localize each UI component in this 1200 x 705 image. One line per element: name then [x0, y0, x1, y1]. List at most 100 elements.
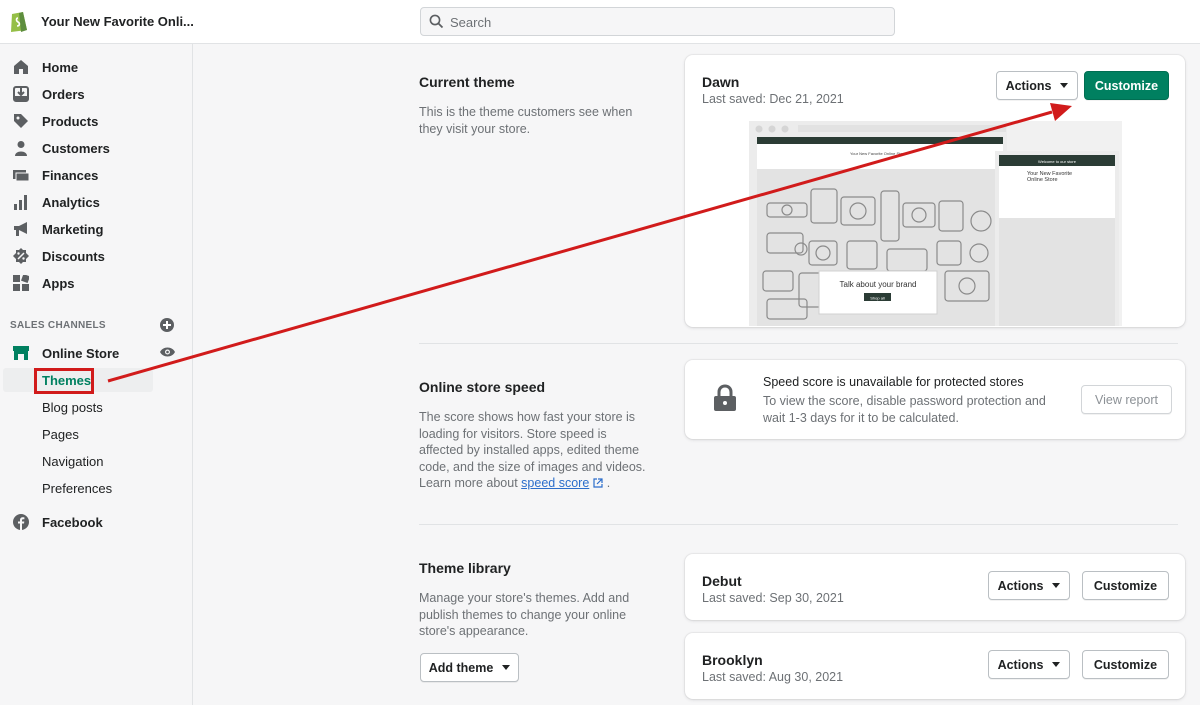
nav-item-analytics[interactable]: Analytics: [0, 189, 193, 215]
actions-button[interactable]: Actions: [988, 571, 1070, 600]
preview-banner-text: Talk about your brand: [840, 280, 917, 289]
theme-name: Debut: [702, 573, 742, 589]
speed-card-title: Speed score is unavailable for protected…: [763, 375, 1024, 389]
preview-banner-button: Shop all: [870, 296, 885, 301]
sub-item-label: Navigation: [42, 454, 103, 469]
divider: [419, 524, 1178, 525]
sidebar: Home Orders Products Customers Finances …: [0, 44, 193, 705]
search-bar[interactable]: [420, 7, 895, 36]
nav-item-orders[interactable]: Orders: [0, 81, 193, 107]
theme-last-saved: Last saved: Sep 30, 2021: [702, 591, 844, 605]
actions-label: Actions: [998, 579, 1044, 593]
person-icon: [13, 140, 29, 156]
facebook-icon: [13, 514, 29, 530]
theme-library-description: Manage your store's themes. Add and publ…: [419, 590, 651, 640]
nav-label: Products: [42, 114, 98, 129]
lock-icon: [713, 384, 737, 412]
nav-label: Discounts: [42, 249, 105, 264]
nav-label: Finances: [42, 168, 98, 183]
nav-item-home[interactable]: Home: [0, 54, 193, 80]
preview-mobile-store-name-wrap: Your New Favorite Online Store: [1027, 171, 1083, 201]
nav-item-marketing[interactable]: Marketing: [0, 216, 193, 242]
nav-item-discounts[interactable]: Discounts: [0, 243, 193, 269]
store-icon: [13, 345, 29, 361]
speed-description-end: .: [607, 476, 610, 490]
library-theme-card: Debut Last saved: Sep 30, 2021 Actions C…: [685, 554, 1185, 620]
theme-preview-illustration: Talk about your brand Shop all Your New …: [749, 121, 1122, 326]
sales-channels-heading: SALES CHANNELS: [10, 320, 106, 331]
sub-item-pages[interactable]: Pages: [3, 422, 153, 446]
preview-mobile-welcome: Welcome to our store: [1038, 159, 1077, 164]
caret-down-icon: [1060, 83, 1068, 88]
theme-preview[interactable]: Talk about your brand Shop all Your New …: [749, 121, 1122, 326]
sub-item-label: Blog posts: [42, 400, 103, 415]
caret-down-icon: [1052, 583, 1060, 588]
speed-card-text: To view the score, disable password prot…: [763, 393, 1053, 426]
nav-label: Customers: [42, 141, 110, 156]
nav-item-apps[interactable]: Apps: [0, 270, 193, 296]
nav-item-facebook[interactable]: Facebook: [0, 509, 193, 535]
theme-library-title: Theme library: [419, 560, 511, 576]
theme-last-saved: Last saved: Dec 21, 2021: [702, 92, 844, 106]
search-icon: [429, 14, 444, 29]
nav-label: Orders: [42, 87, 85, 102]
nav-item-products[interactable]: Products: [0, 108, 193, 134]
view-report-button[interactable]: View report: [1081, 385, 1172, 414]
caret-down-icon: [502, 665, 510, 670]
store-name[interactable]: Your New Favorite Onli...: [41, 14, 194, 29]
sub-item-blog-posts[interactable]: Blog posts: [3, 395, 153, 419]
current-theme-title: Current theme: [419, 74, 515, 90]
divider: [419, 343, 1178, 344]
sub-item-preferences[interactable]: Preferences: [3, 476, 153, 500]
nav-label: Analytics: [42, 195, 100, 210]
shopify-logo-icon[interactable]: [9, 9, 29, 33]
theme-name: Brooklyn: [702, 652, 763, 668]
customize-button[interactable]: Customize: [1084, 71, 1169, 100]
theme-name: Dawn: [702, 74, 739, 90]
home-icon: [13, 59, 29, 75]
nav-item-finances[interactable]: Finances: [0, 162, 193, 188]
actions-label: Actions: [998, 658, 1044, 672]
external-link-icon[interactable]: [593, 478, 603, 488]
megaphone-icon: [13, 221, 29, 237]
speed-description: The score shows how fast your store is l…: [419, 409, 651, 492]
speed-score-link[interactable]: speed score: [521, 476, 589, 490]
nav-label: Marketing: [42, 222, 103, 237]
theme-last-saved: Last saved: Aug 30, 2021: [702, 670, 843, 684]
sub-item-navigation[interactable]: Navigation: [3, 449, 153, 473]
customize-button[interactable]: Customize: [1082, 650, 1169, 679]
main-content: Current theme This is the theme customer…: [193, 44, 1200, 705]
current-theme-description: This is the theme customers see when the…: [419, 104, 651, 137]
library-theme-card: Brooklyn Last saved: Aug 30, 2021 Action…: [685, 633, 1185, 699]
sub-item-label: Themes: [42, 373, 91, 388]
finances-icon: [13, 167, 29, 183]
nav-item-customers[interactable]: Customers: [0, 135, 193, 161]
add-circle-icon[interactable]: [160, 318, 174, 332]
nav-label: Apps: [42, 276, 75, 291]
add-theme-button[interactable]: Add theme: [420, 653, 519, 682]
eye-icon[interactable]: [160, 346, 175, 358]
caret-down-icon: [1052, 662, 1060, 667]
nav-label: Online Store: [42, 346, 119, 361]
sub-item-label: Preferences: [42, 481, 112, 496]
search-input[interactable]: [450, 12, 880, 32]
current-theme-card: Dawn Last saved: Dec 21, 2021 Actions Cu…: [685, 55, 1185, 327]
nav-label: Home: [42, 60, 78, 75]
sub-item-label: Pages: [42, 427, 79, 442]
speed-card: Speed score is unavailable for protected…: [685, 360, 1185, 439]
top-bar: Your New Favorite Onli...: [0, 0, 1200, 44]
tag-icon: [13, 113, 29, 129]
customize-button[interactable]: Customize: [1082, 571, 1169, 600]
actions-label: Actions: [1006, 79, 1052, 93]
bar-chart-icon: [13, 194, 29, 210]
apps-icon: [13, 275, 29, 291]
add-theme-label: Add theme: [429, 661, 494, 675]
speed-title: Online store speed: [419, 379, 545, 395]
nav-label: Facebook: [42, 515, 103, 530]
preview-store-name: Your New Favorite Online Store: [850, 151, 907, 156]
actions-button[interactable]: Actions: [996, 71, 1078, 100]
preview-mobile-store-name: Your New Favorite Online Store: [1027, 171, 1083, 183]
actions-button[interactable]: Actions: [988, 650, 1070, 679]
sub-item-themes[interactable]: Themes: [3, 368, 153, 392]
discount-icon: [13, 248, 29, 264]
